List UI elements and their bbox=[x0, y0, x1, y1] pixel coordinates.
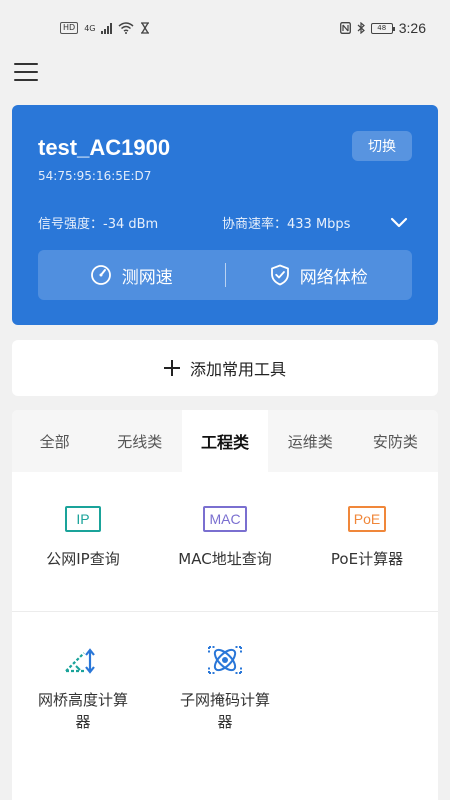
battery-icon: 48 bbox=[370, 22, 395, 34]
subnet-mask-icon bbox=[201, 643, 249, 677]
tool-public-ip-query[interactable]: IP 公网IP查询 bbox=[12, 472, 154, 611]
ip-icon-text: IP bbox=[65, 506, 101, 532]
category-tabs: 全部 无线类 工程类 运维类 安防类 bbox=[12, 410, 438, 472]
device-name: test_AC1900 bbox=[38, 135, 171, 160]
add-tool-button[interactable]: 添加常用工具 bbox=[12, 340, 438, 396]
status-right: 48 3:26 bbox=[339, 20, 426, 36]
network-check-button[interactable]: 网络体检 bbox=[226, 250, 413, 300]
network-check-label: 网络体检 bbox=[299, 267, 368, 288]
signal-icon bbox=[101, 22, 113, 34]
tool-mac-address-query[interactable]: MAC MAC地址查询 bbox=[154, 472, 296, 611]
action-bar: 测网速 网络体检 bbox=[38, 250, 412, 300]
mac-icon: MAC bbox=[201, 502, 249, 536]
tool-row: 网桥高度计算器 子网掩码计算器 bbox=[12, 613, 438, 763]
wifi-icon bbox=[118, 22, 134, 34]
tab-engineering[interactable]: 工程类 bbox=[182, 410, 268, 472]
tool-label: PoE计算器 bbox=[330, 550, 404, 568]
tool-bridge-height-calculator[interactable]: 网桥高度计算器 bbox=[12, 613, 154, 763]
negotiated-rate: 协商速率：433 Mbps bbox=[222, 217, 351, 232]
device-card: test_AC1900 54:75:95:16:5E:D7 切换 信号强度：-3… bbox=[12, 105, 438, 325]
plus-icon bbox=[163, 360, 180, 376]
speed-test-label: 测网速 bbox=[121, 267, 173, 288]
ip-icon: IP bbox=[59, 502, 107, 536]
tab-security[interactable]: 安防类 bbox=[353, 410, 438, 472]
mac-icon-text: MAC bbox=[203, 506, 247, 532]
tool-poe-calculator[interactable]: PoE PoE计算器 bbox=[296, 472, 438, 611]
tool-label: 公网IP查询 bbox=[46, 550, 120, 568]
shield-check-icon bbox=[270, 264, 289, 286]
device-mac: 54:75:95:16:5E:D7 bbox=[38, 169, 152, 183]
switch-button[interactable]: 切换 bbox=[352, 131, 412, 161]
poe-icon-text: PoE bbox=[347, 506, 387, 532]
poe-icon: PoE bbox=[343, 502, 391, 536]
tool-label: 网桥高度计算器 bbox=[37, 691, 128, 731]
hourglass-icon bbox=[141, 22, 150, 34]
bridge-height-icon bbox=[59, 643, 107, 677]
menu-icon[interactable] bbox=[14, 60, 38, 84]
tool-label: 子网掩码计算器 bbox=[179, 691, 270, 731]
tab-operations[interactable]: 运维类 bbox=[268, 410, 353, 472]
add-tool-label: 添加常用工具 bbox=[189, 360, 286, 379]
status-left: HD 4G bbox=[60, 22, 150, 34]
tab-all[interactable]: 全部 bbox=[12, 410, 97, 472]
network-type: 4G bbox=[84, 23, 96, 33]
tool-row: IP 公网IP查询 MAC MAC地址查询 PoE PoE计算器 bbox=[12, 472, 438, 612]
tools-panel: 全部 无线类 工程类 运维类 安防类 IP 公网IP查询 MAC MAC地址查询… bbox=[12, 410, 438, 800]
speed-test-button[interactable]: 测网速 bbox=[38, 250, 225, 300]
tool-label: MAC地址查询 bbox=[178, 550, 272, 568]
bluetooth-icon bbox=[357, 22, 365, 34]
tool-subnet-mask-calculator[interactable]: 子网掩码计算器 bbox=[154, 613, 296, 763]
speedometer-icon bbox=[90, 265, 111, 285]
status-bar: HD 4G 48 3:26 bbox=[0, 0, 450, 56]
signal-strength: 信号强度：-34 dBm bbox=[38, 217, 159, 232]
nfc-icon bbox=[339, 22, 351, 34]
chevron-down-icon[interactable] bbox=[388, 211, 410, 233]
status-time: 3:26 bbox=[398, 20, 426, 36]
tab-wireless[interactable]: 无线类 bbox=[97, 410, 182, 472]
hd-badge: HD bbox=[60, 22, 79, 34]
